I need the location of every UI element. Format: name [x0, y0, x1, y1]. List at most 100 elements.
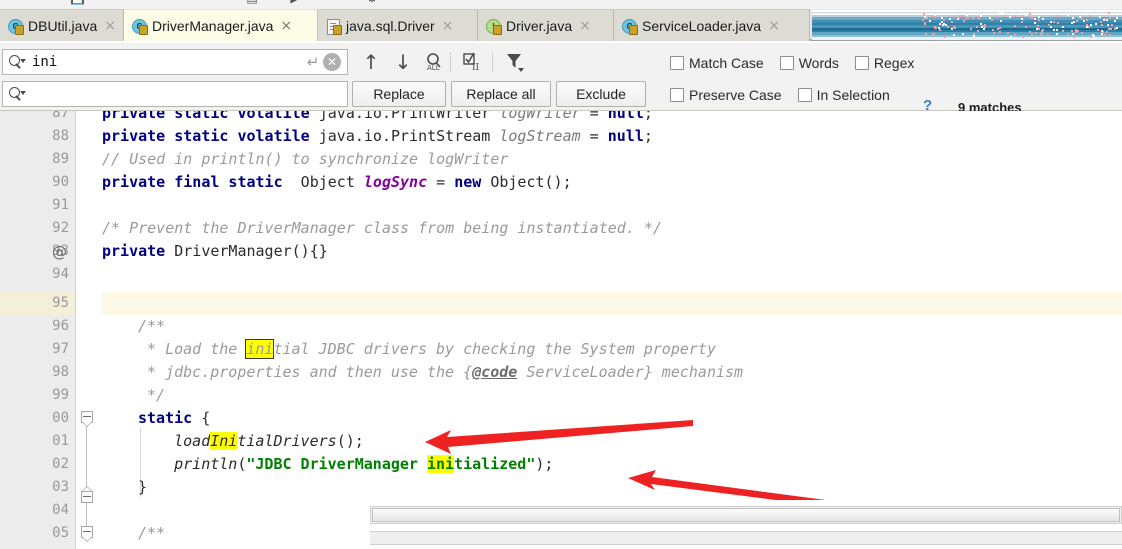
save-icon[interactable]: 💾 — [70, 0, 85, 5]
horizontal-scrollbar-secondary[interactable] — [370, 531, 1122, 545]
artifact-speck — [1052, 28, 1055, 31]
artifact-speck — [1056, 29, 1059, 32]
options-row-primary: Match Case Words Regex — [670, 55, 930, 71]
artifact-speck — [1106, 19, 1109, 22]
artifact-speck — [1089, 24, 1092, 27]
regex-label: Regex — [873, 55, 915, 71]
find-next-button[interactable]: ↓ — [390, 49, 416, 75]
arrow-up-icon: ↑ — [362, 50, 380, 74]
tab-serviceloader-java[interactable]: C ServiceLoader.java × — [614, 9, 810, 41]
artifact-speck — [992, 31, 995, 34]
artifact-speck — [1056, 22, 1059, 25]
horizontal-scrollbar-thumb[interactable] — [372, 508, 1120, 522]
exclude-button-label: Exclude — [576, 86, 626, 102]
replace-field-wrapper[interactable] — [2, 81, 348, 107]
search-icon[interactable] — [8, 54, 30, 70]
code-line-89: // Used in println() to synchronize logW… — [102, 150, 509, 168]
line-number: 91 — [52, 197, 69, 213]
tab-dbutil-java[interactable]: C DBUtil.java × — [0, 9, 124, 41]
artifact-speck — [1072, 16, 1075, 19]
artifact-speck — [980, 26, 983, 29]
artifact-speck — [1028, 12, 1031, 15]
artifact-speck — [1100, 23, 1103, 26]
line-number-gutter[interactable]: 87 88 89 90 91 92 93 @ 94 95 96 97 98 99… — [0, 111, 76, 549]
artifact-speck — [950, 27, 953, 30]
enter-return-icon[interactable]: ↵ — [303, 53, 323, 71]
artifact-speck — [1061, 26, 1064, 29]
line-number: 00 — [52, 410, 69, 426]
multiline-checkbox-icon: II — [463, 52, 480, 73]
tab-close-icon[interactable]: × — [104, 19, 116, 33]
tab-close-icon[interactable]: × — [280, 19, 292, 33]
tab-driver-java[interactable]: I Driver.java × — [478, 9, 614, 41]
tab-java-sql-driver[interactable]: java.sql.Driver × — [318, 9, 478, 41]
artifact-speck — [1047, 34, 1050, 36]
options-row-secondary: Preserve Case In Selection — [670, 87, 906, 103]
tab-label: DriverManager.java — [152, 17, 274, 34]
artifact-speck — [1047, 24, 1050, 27]
find-previous-button[interactable]: ↑ — [358, 49, 384, 75]
artifact-speck — [1014, 34, 1017, 37]
clear-close-icon[interactable]: ✕ — [323, 53, 341, 71]
artifact-speck — [1006, 31, 1009, 34]
replace-button-label: Replace — [373, 86, 425, 102]
code-editor[interactable]: 87 88 89 90 91 92 93 @ 94 95 96 97 98 99… — [0, 111, 1122, 549]
select-all-occurrences-button[interactable]: ALL — [421, 49, 447, 75]
code-folding-strip[interactable] — [76, 111, 102, 549]
match-case-checkbox[interactable] — [670, 56, 684, 70]
match-case-label: Match Case — [689, 55, 764, 71]
toolbar-divider — [450, 52, 451, 72]
artifact-speck — [1056, 33, 1059, 36]
search-input[interactable] — [30, 54, 303, 70]
multiline-search-button[interactable]: II — [459, 49, 485, 75]
artifact-speck — [998, 30, 1001, 33]
replace-all-button[interactable]: Replace all — [451, 81, 551, 107]
settings-icon[interactable]: ⚙ — [365, 0, 379, 5]
replace-button[interactable]: Replace — [352, 81, 446, 107]
artifact-speck — [1050, 21, 1053, 24]
java-file-icon — [326, 18, 342, 35]
code-line-90: private final static Object logSync = ne… — [102, 173, 572, 191]
artifact-speck — [933, 15, 936, 18]
annotation-marker[interactable]: @ — [52, 243, 67, 261]
artifact-speck — [1098, 15, 1101, 18]
regex-checkbox[interactable] — [854, 56, 869, 70]
preserve-case-checkbox[interactable] — [670, 88, 684, 102]
artifact-speck — [1100, 33, 1103, 36]
tab-close-icon[interactable]: × — [579, 19, 591, 33]
artifact-speck — [950, 20, 953, 23]
search-icon[interactable] — [8, 86, 30, 102]
artifact-speck — [1100, 29, 1103, 32]
compare-icon[interactable]: ▤ — [245, 0, 259, 5]
java-class-icon: C — [132, 18, 148, 35]
replace-input[interactable] — [30, 86, 347, 102]
code-line-103: } — [138, 478, 148, 496]
code-line-101: loadInitialDrivers(); — [174, 432, 364, 450]
artifact-speck — [1061, 29, 1064, 32]
tab-close-icon[interactable]: × — [442, 19, 454, 33]
artifact-speck — [994, 15, 997, 18]
artifact-speck — [1115, 13, 1118, 16]
preserve-case-label: Preserve Case — [689, 87, 782, 103]
undo-icon[interactable]: ↶ — [130, 0, 144, 5]
tab-label: ServiceLoader.java — [642, 17, 762, 34]
code-line-87: private static volatile java.io.PrintWri… — [102, 111, 653, 122]
exclude-button[interactable]: Exclude — [556, 81, 646, 107]
artifact-speck — [1030, 32, 1033, 35]
line-number: 87 — [52, 111, 69, 121]
artifact-speck — [1024, 14, 1027, 17]
in-selection-checkbox[interactable] — [797, 88, 812, 102]
artifact-speck — [1050, 25, 1053, 28]
horizontal-scrollbar[interactable] — [370, 506, 1122, 524]
artifact-speck — [996, 28, 999, 31]
line-number: 89 — [52, 151, 69, 167]
run-icon[interactable]: ▶ — [288, 0, 302, 5]
redo-icon[interactable]: ↷ — [168, 0, 182, 5]
tab-close-icon[interactable]: × — [768, 19, 780, 33]
filter-search-button[interactable] — [502, 49, 528, 75]
words-checkbox[interactable] — [779, 56, 794, 70]
svg-text:ALL: ALL — [427, 64, 440, 72]
artifact-speck — [970, 28, 973, 31]
search-field-wrapper[interactable]: ↵ ✕ — [2, 49, 348, 75]
tab-drivermanager-java[interactable]: C DriverManager.java × — [124, 9, 318, 41]
